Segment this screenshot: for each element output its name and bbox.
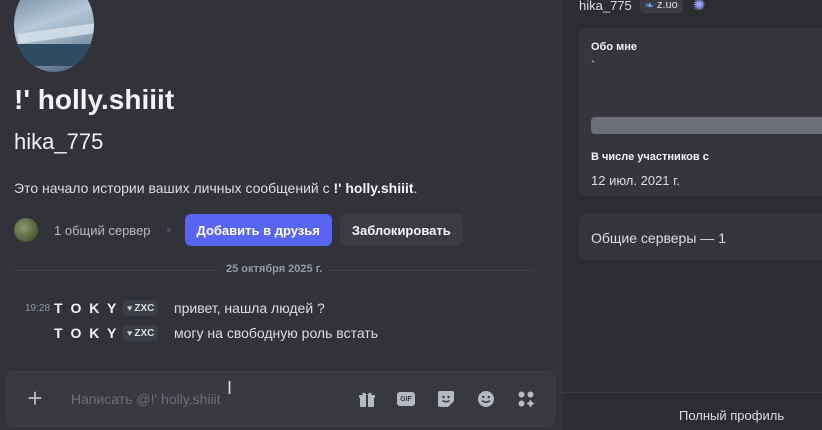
- profile-username: hika_775: [14, 129, 104, 154]
- plus-icon[interactable]: +: [23, 385, 47, 411]
- message-timestamp: 19:28: [25, 302, 51, 314]
- gif-icon[interactable]: GIF: [396, 389, 416, 409]
- about-card: Обо мне ` В числе участников с 12 июл. 2…: [579, 28, 822, 196]
- about-progress-bar: [591, 117, 822, 134]
- add-friend-button[interactable]: Добавить в друзья: [184, 214, 332, 246]
- profile-panel: hika_775 ❧ z.uo ✺ Обо мне ` В числе участ…: [563, 0, 822, 430]
- profile-display-name: !' holly.shiiit: [14, 84, 175, 115]
- block-button[interactable]: Заблокировать: [339, 214, 463, 246]
- clan-tag[interactable]: ♥ ZXC: [123, 300, 159, 316]
- nitro-badge-icon[interactable]: ✺: [693, 0, 706, 14]
- about-title: Обо мне: [591, 41, 638, 53]
- date-divider-label: 25 октября 2025 г.: [220, 263, 329, 275]
- heart-icon: ♥: [127, 328, 133, 338]
- mutual-server-icon[interactable]: [14, 218, 38, 242]
- emoji-icon[interactable]: [476, 389, 496, 409]
- member-since-title: В числе участников с: [591, 151, 709, 163]
- dm-chat-area: !' holly.shiiit hika_775 Это начало исто…: [0, 0, 563, 430]
- dm-intro-text: Это начало истории ваших личных сообщени…: [14, 180, 418, 196]
- member-since-date: 12 июл. 2021 г.: [591, 173, 680, 188]
- text-cursor-icon: I: [227, 378, 233, 398]
- mutual-servers-card[interactable]: Общие серверы — 1: [579, 214, 822, 260]
- panel-username[interactable]: hika_775: [579, 0, 632, 13]
- about-text: `: [591, 58, 596, 73]
- message-composer[interactable]: + Написать @!' holly.shiiit I GIF: [6, 371, 555, 427]
- sticker-icon[interactable]: [436, 389, 456, 409]
- message-content: могу на свободную роль встать: [174, 325, 379, 341]
- gift-icon[interactable]: [357, 389, 377, 409]
- guild-tag-badge[interactable]: ❧ z.uo: [639, 0, 683, 13]
- message-input[interactable]: Написать @!' holly.shiiit: [71, 391, 221, 407]
- panel-header: hika_775 ❧ z.uo ✺: [579, 0, 705, 14]
- separator-dot: [166, 228, 171, 232]
- heart-icon: ♥: [127, 303, 133, 313]
- mutual-actions-row: 1 общий сервер Добавить в друзья Заблоки…: [14, 214, 463, 246]
- leaf-icon: ❧: [644, 0, 654, 12]
- mutual-servers-label[interactable]: Общие серверы — 1: [591, 230, 726, 246]
- mutual-servers-link[interactable]: 1 общий сервер: [54, 223, 151, 238]
- panel-footer: Полный профиль: [563, 392, 822, 430]
- message-content: привет, нашла людей ?: [174, 300, 325, 316]
- clan-tag[interactable]: ♥ ZXC: [123, 325, 159, 341]
- profile-avatar[interactable]: [14, 0, 94, 72]
- apps-icon[interactable]: [516, 389, 536, 409]
- full-profile-button[interactable]: Полный профиль: [679, 408, 784, 423]
